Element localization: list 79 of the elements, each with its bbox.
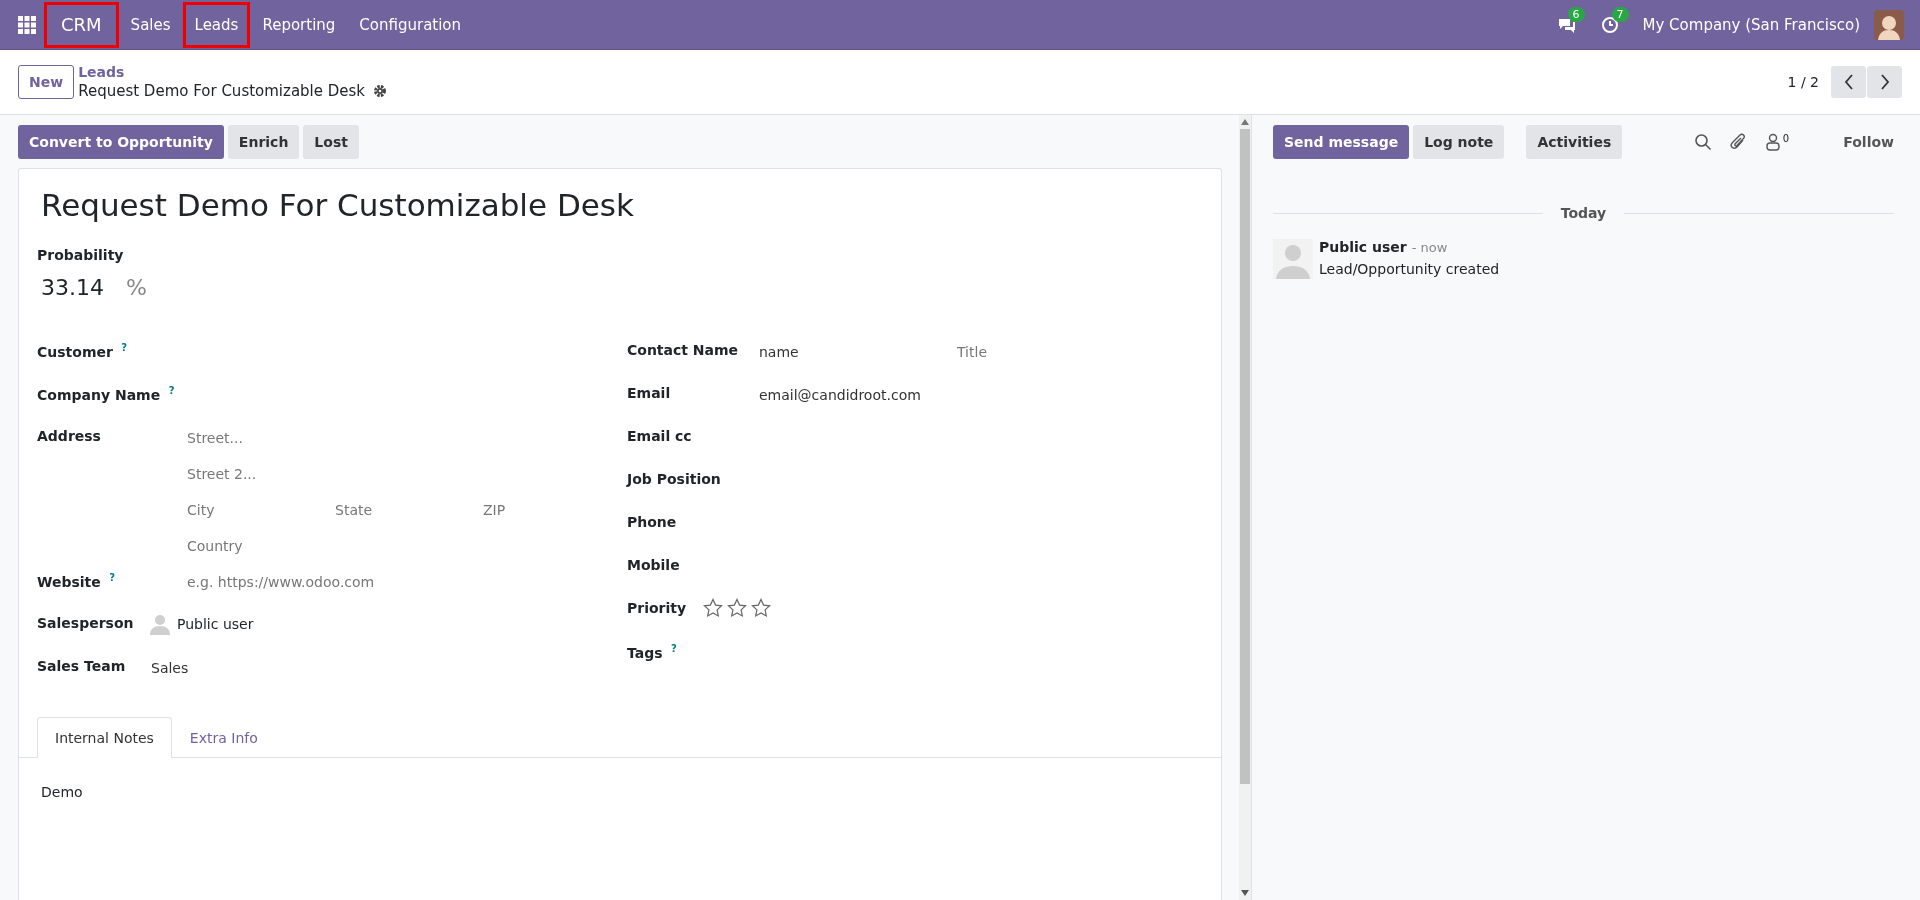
field-label: Company Name — [37, 386, 161, 403]
user-avatar-icon[interactable] — [1874, 9, 1904, 40]
field-label: Mobile — [627, 557, 680, 573]
input-field[interactable]: name — [755, 342, 953, 362]
author-avatar-icon — [1273, 239, 1313, 279]
field-label: Email — [627, 385, 671, 401]
field-label: Tags — [627, 644, 663, 661]
input-field[interactable]: State — [331, 500, 479, 520]
input-field[interactable]: Street 2... — [183, 464, 361, 484]
app-grid-icon[interactable] — [18, 15, 36, 34]
chatter-button[interactable]: Log note — [1413, 125, 1505, 159]
activity-count-badge: 7 — [1611, 6, 1629, 22]
priority-stars[interactable] — [703, 598, 771, 618]
menu-item[interactable]: Configuration — [347, 1, 474, 48]
input-field[interactable]: Country — [183, 536, 361, 556]
help-tooltip[interactable]: ? — [671, 643, 677, 654]
field-label: Sales Team — [37, 658, 126, 674]
input-field[interactable]: e.g. https://www.odoo.com — [183, 572, 491, 592]
scroll-down-icon[interactable] — [1241, 890, 1249, 896]
field-label: Address — [37, 428, 101, 444]
help-tooltip[interactable]: ? — [168, 385, 175, 396]
follower-icon[interactable] — [1765, 133, 1780, 151]
next-button[interactable] — [1867, 66, 1902, 98]
field-label: Priority — [627, 600, 687, 616]
input-field[interactable]: Title — [953, 342, 1151, 362]
follower-count: 0 — [1782, 133, 1790, 144]
paperclip-icon[interactable] — [1729, 132, 1748, 152]
search-icon[interactable] — [1693, 133, 1712, 151]
probability-field[interactable]: 33.14 — [41, 275, 126, 300]
gear-icon[interactable] — [373, 84, 388, 98]
field-label: Email cc — [627, 428, 692, 444]
menu-item[interactable]: Sales — [118, 1, 183, 48]
message-author: Public user — [1319, 239, 1407, 255]
breadcrumb-link[interactable]: Leads — [78, 64, 388, 80]
field-label: Phone — [627, 514, 677, 530]
chevron-right-icon — [1879, 74, 1890, 90]
field-label: Probability — [37, 247, 124, 263]
help-tooltip[interactable]: ? — [121, 342, 128, 353]
input-field[interactable]: ZIP — [479, 500, 627, 520]
message-count-badge: 6 — [1567, 6, 1585, 22]
app-name[interactable]: CRM — [44, 1, 119, 48]
scrollbar-thumb[interactable] — [1240, 129, 1250, 784]
message-body: Lead/Opportunity created — [1319, 261, 1500, 277]
record-title[interactable]: Request Demo For Customizable Desk — [41, 187, 634, 223]
action-button[interactable]: Lost — [303, 125, 359, 159]
input-field[interactable]: City — [183, 500, 331, 520]
user-avatar-icon — [149, 613, 171, 635]
scrollbar[interactable] — [1239, 115, 1251, 900]
field-label: Salesperson — [37, 615, 134, 631]
message-time: - now — [1411, 240, 1448, 255]
previous-button[interactable] — [1831, 66, 1866, 98]
notebook-tab[interactable]: Internal Notes — [37, 717, 172, 758]
new-button[interactable]: New — [18, 65, 75, 99]
input-field[interactable]: email@candidroot.com — [755, 385, 1023, 405]
field-label: Website — [37, 573, 101, 590]
percent-sign: % — [126, 275, 147, 300]
pager-counter: 1 / 2 — [1787, 74, 1819, 90]
chatter-button[interactable]: Send message — [1273, 125, 1410, 159]
company-switcher[interactable]: My Company (San Francisco) — [1642, 15, 1860, 34]
field-label: Contact Name — [627, 342, 739, 358]
notebook-tab[interactable]: Extra Info — [171, 717, 276, 758]
chatter-button[interactable]: Activities — [1526, 125, 1623, 159]
record-name: Request Demo For Customizable Desk — [78, 82, 366, 100]
menu-item[interactable]: Leads — [182, 1, 251, 48]
input-field[interactable]: Street... — [183, 428, 361, 448]
menu-item[interactable]: Reporting — [250, 1, 348, 48]
input-field[interactable]: Sales — [147, 658, 325, 678]
action-button[interactable]: Convert to Opportunity — [18, 125, 224, 159]
notes-text[interactable]: Demo — [41, 784, 83, 800]
follow-button[interactable]: Follow — [1843, 134, 1894, 150]
date-separator: Today — [1560, 205, 1607, 221]
field-label: Job Position — [627, 471, 721, 487]
clock-icon[interactable] — [1600, 15, 1619, 34]
chevron-left-icon — [1843, 74, 1854, 90]
scroll-up-icon[interactable] — [1241, 119, 1249, 125]
field-label: Customer — [37, 343, 113, 360]
action-button[interactable]: Enrich — [227, 125, 300, 159]
salesperson-value[interactable]: Public user — [177, 616, 254, 632]
help-tooltip[interactable]: ? — [109, 572, 116, 583]
